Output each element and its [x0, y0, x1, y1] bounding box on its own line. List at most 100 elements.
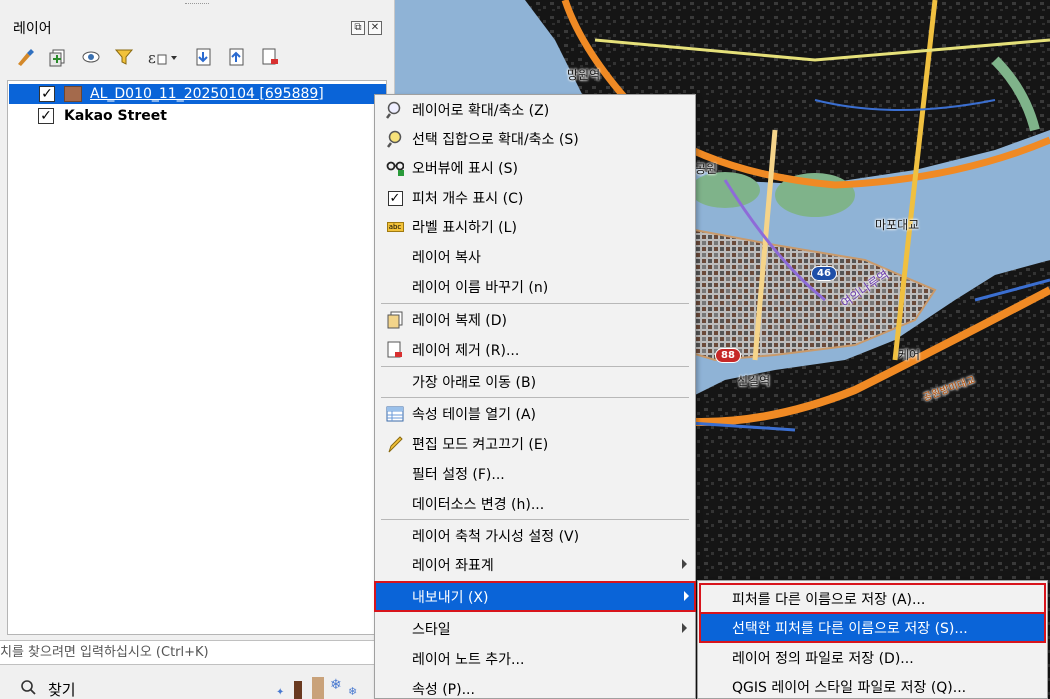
menu-item-add-layer-notes[interactable]: 레이어 노트 추가...: [377, 644, 693, 673]
layer-name: Kakao Street: [64, 108, 167, 124]
menu-item-label: 라벨 표시하기 (L): [412, 220, 517, 236]
menu-item-layer-crs[interactable]: 레이어 좌표계: [377, 550, 693, 579]
add-group-icon[interactable]: [47, 46, 69, 68]
menu-item-zoom-to-selection[interactable]: 선택 집합으로 확대/축소 (S): [377, 124, 693, 153]
menu-item-label: 선택한 피처를 다른 이름으로 저장 (S)...: [732, 621, 968, 637]
menu-item-label: 레이어 노트 추가...: [412, 652, 525, 668]
layer-row-al-d010[interactable]: ✓ AL_D010_11_20250104 [695889]: [9, 84, 386, 104]
decorative-cosmetics-icon: ❄ ❄ ✦: [266, 671, 366, 699]
map-label-mangwon: 망원역: [567, 68, 601, 82]
menu-item-label: 속성 테이블 열기 (A): [412, 407, 537, 423]
layers-toolbar: ε: [14, 46, 281, 68]
menu-item-set-filter[interactable]: 필터 설정 (F)...: [377, 459, 693, 488]
layers-panel: 레이어 ⧉ ✕ ε ✓ AL_D010_11_20250104 [695889]…: [0, 0, 395, 640]
layer-style-brush-icon[interactable]: [14, 46, 36, 68]
label-icon: abc: [386, 218, 404, 236]
menu-item-open-attribute-table[interactable]: 속성 테이블 열기 (A): [377, 399, 693, 428]
checkbox-icon: ✓: [386, 189, 404, 207]
menu-item-label: 레이어 축척 가시성 설정 (V): [412, 529, 580, 545]
menu-item-scale-visibility[interactable]: 레이어 축척 가시성 설정 (V): [377, 521, 693, 550]
menu-item-label: 레이어 정의 파일로 저장 (D)...: [732, 651, 914, 667]
collapse-all-icon[interactable]: [226, 46, 248, 68]
menu-separator: [381, 303, 689, 304]
menu-item-label: 선택 집합으로 확대/축소 (S): [412, 132, 579, 148]
menu-item-label: 오버뷰에 표시 (S): [412, 161, 518, 177]
menu-item-rename-layer[interactable]: 레이어 이름 바꾸기 (n): [377, 272, 693, 301]
menu-item-label: 편집 모드 켜고끄기 (E): [412, 437, 549, 453]
menu-item-label: 레이어로 확대/축소 (Z): [412, 103, 550, 119]
submenu-arrow-icon: [684, 591, 689, 601]
menu-item-label: 가장 아래로 이동 (B): [412, 375, 537, 391]
menu-item-show-feature-count[interactable]: ✓ 피처 개수 표시 (C): [377, 183, 693, 212]
menu-item-zoom-to-layer[interactable]: 레이어로 확대/축소 (Z): [377, 95, 693, 124]
overview-icon: [386, 159, 404, 177]
menu-item-label: 속성 (P)...: [412, 682, 475, 698]
menu-item-label: 레이어 복사: [412, 250, 481, 266]
menu-item-label: 레이어 복제 (D): [412, 313, 508, 329]
menu-item-label: 피처를 다른 이름으로 저장 (A)...: [732, 592, 926, 608]
locator-bar: [0, 640, 395, 665]
close-panel-icon[interactable]: ✕: [368, 21, 382, 35]
submenu-arrow-icon: [682, 559, 687, 569]
visibility-eye-icon[interactable]: [80, 46, 102, 68]
expression-filter-icon[interactable]: ε: [146, 46, 182, 68]
menu-item-label: 레이어 제거 (R)...: [412, 343, 520, 359]
zoom-selection-icon: [386, 130, 404, 148]
menu-item-duplicate-layer[interactable]: 레이어 복제 (D): [377, 305, 693, 334]
menu-item-copy-layer[interactable]: 레이어 복사: [377, 242, 693, 271]
road-shield-88: 88: [715, 348, 741, 363]
menu-item-properties[interactable]: 속성 (P)...: [377, 674, 693, 699]
float-panel-icon[interactable]: ⧉: [351, 21, 365, 35]
remove-layer-icon: [386, 341, 404, 359]
menu-item-move-to-bottom[interactable]: 가장 아래로 이동 (B): [377, 367, 693, 396]
menu-item-export[interactable]: 내보내기 (X): [374, 581, 696, 612]
menu-item-styles[interactable]: 스타일: [377, 614, 693, 643]
menu-item-label: 레이어 좌표계: [412, 558, 494, 574]
find-label[interactable]: 찾기: [48, 679, 76, 699]
expand-all-icon[interactable]: [193, 46, 215, 68]
search-icon: [20, 679, 36, 699]
svg-text:❄: ❄: [348, 685, 357, 698]
menu-item-toggle-editing[interactable]: 편집 모드 켜고끄기 (E): [377, 429, 693, 458]
submenu-item-save-features-as[interactable]: 피처를 다른 이름으로 저장 (A)...: [699, 583, 1046, 614]
label-icon-badge: abc: [386, 222, 404, 232]
browser-panel-strip: 찾기 ❄ ❄ ✦: [0, 665, 395, 699]
submenu-item-save-selected-features-as[interactable]: 선택한 피처를 다른 이름으로 저장 (S)...: [699, 612, 1046, 643]
menu-item-change-datasource[interactable]: 데이터소스 변경 (h)...: [377, 489, 693, 518]
pencil-icon: [386, 435, 404, 453]
locator-search-input[interactable]: [0, 641, 374, 664]
remove-layer-toolbar-icon[interactable]: [259, 46, 281, 68]
menu-separator: [381, 519, 689, 520]
road-shield-46: 46: [811, 266, 837, 281]
panel-title: 레이어: [13, 21, 52, 37]
layer-context-menu: 레이어로 확대/축소 (Z) 선택 집합으로 확대/축소 (S) 오버뷰에 표시…: [374, 94, 696, 699]
map-label-park: 공원: [695, 162, 718, 176]
submenu-item-save-qgis-style[interactable]: QGIS 레이어 스타일 파일로 저장 (Q)...: [700, 672, 1045, 699]
menu-item-show-in-overview[interactable]: 오버뷰에 표시 (S): [377, 153, 693, 182]
menu-item-label: 필터 설정 (F)...: [412, 467, 505, 483]
menu-item-label: 데이터소스 변경 (h)...: [412, 497, 545, 513]
menu-item-label: 스타일: [412, 622, 451, 638]
layer-name: AL_D010_11_20250104 [695889]: [90, 86, 324, 102]
filter-funnel-icon[interactable]: [113, 46, 135, 68]
layer-visibility-checkbox[interactable]: ✓: [39, 86, 55, 102]
menu-separator: [381, 397, 689, 398]
svg-text:✦: ✦: [276, 687, 284, 698]
menu-item-label: QGIS 레이어 스타일 파일로 저장 (Q)...: [732, 680, 967, 696]
submenu-arrow-icon: [682, 623, 687, 633]
panel-grip[interactable]: [185, 3, 209, 6]
menu-item-show-labels[interactable]: abc 라벨 표시하기 (L): [377, 212, 693, 241]
map-label-singil: 신길역: [737, 374, 771, 388]
menu-item-remove-layer[interactable]: 레이어 제거 (R)...: [377, 335, 693, 364]
layer-row-kakao-street[interactable]: ✓ Kakao Street: [8, 106, 167, 126]
attribute-table-icon: [386, 405, 404, 423]
submenu-item-save-layer-definition[interactable]: 레이어 정의 파일로 저장 (D)...: [700, 643, 1045, 672]
zoom-layer-icon: [386, 101, 404, 119]
layer-visibility-checkbox[interactable]: ✓: [38, 108, 54, 124]
layer-tree[interactable]: ✓ AL_D010_11_20250104 [695889] ✓ Kakao S…: [7, 80, 387, 635]
duplicate-layer-icon: [386, 311, 404, 329]
layer-symbol-swatch: [64, 86, 82, 102]
export-submenu: 피처를 다른 이름으로 저장 (A)... 선택한 피처를 다른 이름으로 저장…: [697, 580, 1048, 699]
menu-item-label: 내보내기 (X): [412, 590, 489, 606]
feature-count-check: ✓: [387, 190, 403, 206]
